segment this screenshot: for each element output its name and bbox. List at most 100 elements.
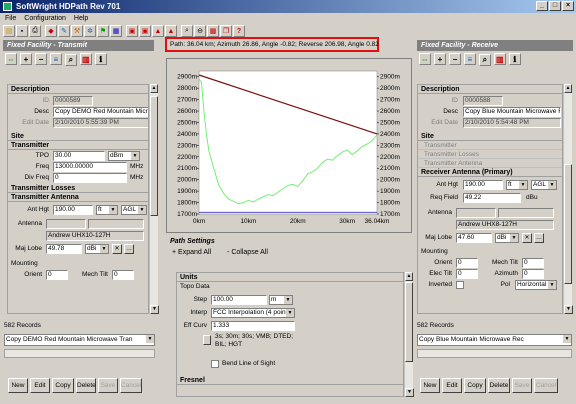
rx-inverted-checkbox[interactable]	[456, 281, 464, 289]
menu-help[interactable]: Help	[74, 13, 88, 24]
rx-orient-field[interactable]: 0	[456, 258, 478, 268]
minimize-button[interactable]: _	[536, 1, 548, 11]
rx-mechtilt-field[interactable]: 0	[522, 258, 544, 268]
effcurv-field[interactable]: 1.333	[211, 321, 295, 331]
rx-anthgt-ref-select[interactable]: AGL	[531, 180, 557, 190]
info-icon[interactable]: ℹ	[508, 53, 521, 65]
expand-all-link[interactable]: + Expand All	[172, 249, 211, 256]
image-icon[interactable]: ▩	[207, 25, 219, 37]
tpo-unit-select[interactable]: dBm	[108, 151, 140, 161]
tpo-field[interactable]: 30.00	[53, 151, 105, 161]
receive-cancel-button[interactable]: Cancel	[534, 378, 558, 393]
link-icon[interactable]: ⇔	[5, 53, 17, 65]
step-unit-select[interactable]: m	[269, 295, 293, 305]
rx-scroll-thumb[interactable]	[564, 164, 572, 284]
receive-record-select[interactable]: Copy Blue Mountain Microwave Rec	[417, 334, 572, 346]
map-icon[interactable]: ▥	[493, 53, 506, 65]
receive-scrollbar[interactable]: ▲ ▼	[563, 84, 573, 314]
menu-configuration[interactable]: Configuration	[24, 13, 66, 24]
flag-icon-2[interactable]: ▲	[165, 25, 177, 37]
divfreq-field[interactable]: 0	[53, 173, 127, 183]
clear-antenna-button[interactable]: ✕	[112, 244, 122, 254]
zoom-icon[interactable]: ⌕	[181, 25, 193, 37]
interp-select[interactable]: FCC Interpolation (4 points)	[211, 308, 295, 318]
help-icon[interactable]: ?	[233, 25, 245, 37]
remove-icon[interactable]: −	[448, 53, 461, 65]
transmit-scrollbar[interactable]: ▲ ▼	[149, 84, 159, 314]
transmit-cancel-button[interactable]: Cancel	[120, 378, 142, 393]
anthgt-ref-select[interactable]: AGL	[121, 205, 147, 215]
rx-desc-field[interactable]: Copy Blue Mountain Microwave Re	[463, 107, 561, 117]
rx-browse-antenna-button[interactable]: …	[534, 233, 544, 243]
anthgt-field[interactable]: 190.00	[53, 205, 93, 215]
maximize-button[interactable]: □	[549, 1, 561, 11]
edit-icon[interactable]: ✎	[58, 25, 70, 37]
settings-scroll-down-icon[interactable]: ▼	[405, 388, 414, 397]
rx-scroll-down-icon[interactable]: ▼	[564, 305, 573, 314]
receive-edit-button[interactable]: Edit	[442, 378, 462, 393]
link-icon[interactable]: ⇔	[419, 53, 431, 65]
collapse-all-link[interactable]: - Collapse All	[227, 249, 268, 256]
chart-icon[interactable]: ▦	[110, 25, 122, 37]
close-button[interactable]: ×	[562, 1, 574, 11]
add-icon[interactable]: +	[433, 53, 446, 65]
receive-copy-button[interactable]: Copy	[464, 378, 486, 393]
info-icon[interactable]: ℹ	[94, 53, 107, 65]
add-icon[interactable]: +	[19, 53, 32, 65]
transmit-hscroll[interactable]	[4, 349, 155, 358]
transmit-save-button[interactable]: Save	[98, 378, 118, 393]
settings-scroll-thumb[interactable]	[405, 282, 413, 362]
rx-anthgt-unit-select[interactable]: ft	[506, 180, 528, 190]
receive-delete-button[interactable]: Delete	[488, 378, 510, 393]
receive-new-button[interactable]: New	[420, 378, 440, 393]
rx-reqfield-field[interactable]: 49.22	[463, 193, 521, 203]
scroll-down-icon[interactable]: ▼	[150, 305, 159, 314]
scroll-up-icon[interactable]: ▲	[150, 84, 158, 93]
transmit-delete-button[interactable]: Delete	[76, 378, 96, 393]
scroll-thumb[interactable]	[150, 96, 158, 216]
remove-icon[interactable]: −	[34, 53, 47, 65]
find-icon[interactable]: ⌕	[478, 53, 491, 66]
rx-anthgt-field[interactable]: 190.00	[463, 180, 503, 190]
majlobe-field[interactable]: 49.78	[46, 244, 82, 254]
data-format-button[interactable]	[203, 335, 211, 345]
site-icon-2[interactable]: ▣	[139, 25, 151, 37]
freq-field[interactable]: 13000.00000	[53, 162, 127, 172]
browse-antenna-button[interactable]: …	[124, 244, 134, 254]
save-icon[interactable]: ▪	[16, 25, 28, 37]
network-icon[interactable]: ✲	[84, 25, 96, 37]
rx-scroll-up-icon[interactable]: ▲	[564, 84, 572, 93]
mechtilt-field[interactable]: 0	[112, 270, 134, 280]
zoom-out-icon[interactable]: ⊖	[194, 25, 206, 37]
copy-icon[interactable]: ❐	[220, 25, 232, 37]
settings-scrollbar[interactable]: ▲ ▼	[404, 272, 414, 397]
rx-electilt-field[interactable]: 0	[456, 269, 478, 279]
rx-majlobe-unit-select[interactable]: dBi	[495, 233, 519, 243]
list-icon[interactable]: ≡	[49, 53, 62, 65]
signal-icon[interactable]: ⚑	[97, 25, 109, 37]
receive-save-button[interactable]: Save	[512, 378, 532, 393]
menu-file[interactable]: File	[5, 13, 16, 24]
open-icon[interactable]: ▤	[3, 25, 15, 37]
majlobe-unit-select[interactable]: dBi	[85, 244, 109, 254]
map-icon[interactable]: ▥	[79, 53, 92, 65]
transmit-copy-button[interactable]: Copy	[52, 378, 74, 393]
transmit-new-button[interactable]: New	[8, 378, 28, 393]
settings-scroll-up-icon[interactable]: ▲	[405, 272, 413, 281]
receive-hscroll[interactable]	[417, 349, 572, 358]
bend-los-checkbox[interactable]	[211, 360, 219, 368]
print-icon[interactable]: ⎙	[29, 25, 41, 37]
transmit-record-select[interactable]: Copy DEMO Red Mountain Microwave Tran	[4, 334, 155, 346]
flag-icon[interactable]: ▲	[152, 25, 164, 37]
tool-icon[interactable]: ⚒	[71, 25, 83, 37]
step-field[interactable]: 100.00	[211, 295, 267, 305]
rx-clear-antenna-button[interactable]: ✕	[522, 233, 532, 243]
transmit-edit-button[interactable]: Edit	[30, 378, 50, 393]
list-icon[interactable]: ≡	[463, 53, 476, 65]
rx-azimuth-field[interactable]: 0	[522, 269, 544, 279]
rx-majlobe-field[interactable]: 47.60	[456, 233, 492, 243]
export-icon[interactable]: ◆	[45, 25, 57, 37]
site-icon[interactable]: ▣	[126, 25, 138, 37]
orient-field[interactable]: 0	[46, 270, 68, 280]
desc-field[interactable]: Copy DEMO Red Mountain Microv	[53, 107, 148, 117]
